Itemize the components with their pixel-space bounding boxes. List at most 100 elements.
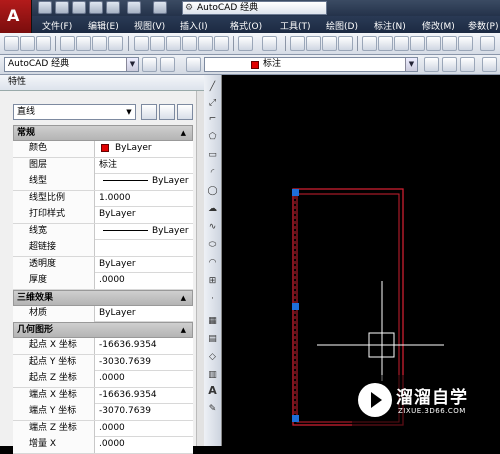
grip-mid[interactable] [292, 303, 299, 310]
property-row[interactable]: 超链接 [13, 240, 193, 257]
gradient-icon[interactable]: ▤ [206, 333, 219, 346]
property-value[interactable]: .0000 [96, 437, 193, 453]
plot-preview-icon[interactable] [76, 36, 91, 51]
rectangle-icon[interactable]: ▭ [206, 149, 219, 162]
menu-view[interactable]: 视图(V) [134, 19, 165, 32]
property-value[interactable]: ByLayer [96, 224, 193, 240]
property-value[interactable]: ByLayer [96, 174, 193, 190]
point-icon[interactable]: · [206, 293, 219, 306]
property-row[interactable]: 端点 Y 坐标 -3070.7639 [13, 404, 193, 421]
circle-icon[interactable]: ◯ [206, 185, 219, 198]
object-type-select[interactable]: 直线 ▼ [13, 104, 136, 120]
property-value[interactable] [96, 240, 193, 256]
sheet-set-icon[interactable] [410, 36, 425, 51]
design-center-icon[interactable] [378, 36, 393, 51]
property-row[interactable]: 打印样式 ByLayer [13, 207, 193, 224]
layer-combo[interactable]: 标注 ▼ [204, 57, 418, 72]
workspace-settings-icon[interactable] [142, 57, 157, 72]
make-layer-current-icon[interactable] [424, 57, 439, 72]
property-row[interactable]: 增量 X .0000 [13, 437, 193, 454]
region-icon[interactable]: ◇ [206, 351, 219, 364]
zoom-window-icon[interactable] [322, 36, 337, 51]
property-row[interactable]: 线型比例 1.0000 [13, 190, 193, 207]
property-row[interactable]: 起点 Y 坐标 -3030.7639 [13, 354, 193, 371]
menu-dimension[interactable]: 标注(N) [374, 19, 406, 32]
property-value[interactable]: .0000 [96, 273, 193, 289]
toggle-pickadd-icon[interactable] [141, 104, 157, 120]
select-objects-icon[interactable] [159, 104, 175, 120]
insert-block-icon[interactable]: ⊞ [206, 275, 219, 288]
section-header[interactable]: 几何图形 ▲ [13, 322, 193, 338]
menu-file[interactable]: 文件(F) [42, 19, 72, 32]
workspace-switcher[interactable]: AutoCAD 经典 [182, 1, 327, 15]
line-tool-icon[interactable]: ╱ [206, 81, 219, 94]
block-editor-icon[interactable] [214, 36, 229, 51]
markup-icon[interactable] [426, 36, 441, 51]
property-row[interactable]: 材质 ByLayer [13, 305, 193, 322]
redo-toolbar-icon[interactable] [262, 36, 277, 51]
zoom-previous-icon[interactable] [338, 36, 353, 51]
property-row[interactable]: 图层 标注 [13, 157, 193, 174]
layer-isolate-icon[interactable] [460, 57, 475, 72]
publish-icon[interactable] [92, 36, 107, 51]
ellipse-arc-icon[interactable]: ◠ [206, 257, 219, 270]
polygon-icon[interactable]: ⬠ [206, 131, 219, 144]
properties-icon[interactable] [362, 36, 377, 51]
property-value[interactable]: 标注 [96, 158, 193, 174]
more-tools-icon[interactable] [480, 36, 495, 51]
grip-end[interactable] [292, 415, 299, 422]
property-row[interactable]: 透明度 ByLayer [13, 256, 193, 273]
layer-states-icon[interactable] [186, 57, 201, 72]
property-value[interactable]: .0000 [96, 371, 193, 387]
open-file-icon[interactable] [55, 1, 69, 14]
save-toolbar-icon[interactable] [36, 36, 51, 51]
3d-dwf-icon[interactable] [108, 36, 123, 51]
autocad-logo[interactable]: A [0, 0, 32, 33]
property-value[interactable]: -16636.9354 [96, 388, 193, 404]
menu-tools[interactable]: 工具(T) [280, 19, 311, 32]
quick-select-icon[interactable] [177, 104, 193, 120]
property-value[interactable]: ByLayer [96, 257, 193, 273]
open-icon[interactable] [20, 36, 35, 51]
property-row[interactable]: 起点 Z 坐标 .0000 [13, 371, 193, 388]
multiline-text-icon[interactable]: A [206, 385, 219, 398]
property-row[interactable]: 起点 X 坐标 -16636.9354 [13, 338, 193, 355]
print-icon[interactable] [106, 1, 120, 14]
table-icon[interactable]: ▥ [206, 369, 219, 382]
layer-extra-icon[interactable] [482, 57, 497, 72]
new-file-icon[interactable] [38, 1, 52, 14]
plot-icon[interactable] [60, 36, 75, 51]
property-value[interactable]: -3030.7639 [96, 355, 193, 371]
layer-previous-icon[interactable] [442, 57, 457, 72]
property-row[interactable]: 线宽 ByLayer [13, 223, 193, 240]
construction-line-icon[interactable]: ⤢ [206, 97, 219, 110]
ellipse-icon[interactable]: ⬭ [206, 239, 219, 252]
add-selected-icon[interactable]: ✎ [206, 403, 219, 416]
property-row[interactable]: 端点 Z 坐标 .0000 [13, 420, 193, 437]
property-value[interactable]: ByLayer [96, 306, 193, 322]
property-value[interactable]: ByLayer [96, 207, 193, 223]
undo-toolbar-icon[interactable] [238, 36, 253, 51]
menu-parametric[interactable]: 参数(P) [468, 19, 498, 32]
redo-icon[interactable] [153, 1, 167, 14]
new-icon[interactable] [4, 36, 19, 51]
cut-icon[interactable] [134, 36, 149, 51]
save-icon[interactable] [72, 1, 86, 14]
undo-icon[interactable] [127, 1, 141, 14]
property-value[interactable]: ByLayer [96, 141, 193, 157]
match-properties-icon[interactable] [198, 36, 213, 51]
section-header[interactable]: 三维效果 ▲ [13, 289, 193, 306]
property-value[interactable]: -16636.9354 [96, 338, 193, 354]
palette-scrollbar[interactable] [196, 91, 204, 446]
grip-start[interactable] [292, 189, 299, 196]
save-as-icon[interactable] [89, 1, 103, 14]
help-icon[interactable] [458, 36, 473, 51]
arc-icon[interactable]: ◜ [206, 167, 219, 180]
zoom-realtime-icon[interactable] [306, 36, 321, 51]
layer-properties-icon[interactable] [160, 57, 175, 72]
property-value[interactable]: -3070.7639 [96, 404, 193, 420]
property-row[interactable]: 颜色 ByLayer [13, 141, 193, 158]
quickcalc-icon[interactable] [442, 36, 457, 51]
menu-edit[interactable]: 编辑(E) [88, 19, 119, 32]
property-value[interactable]: 1.0000 [96, 191, 193, 207]
